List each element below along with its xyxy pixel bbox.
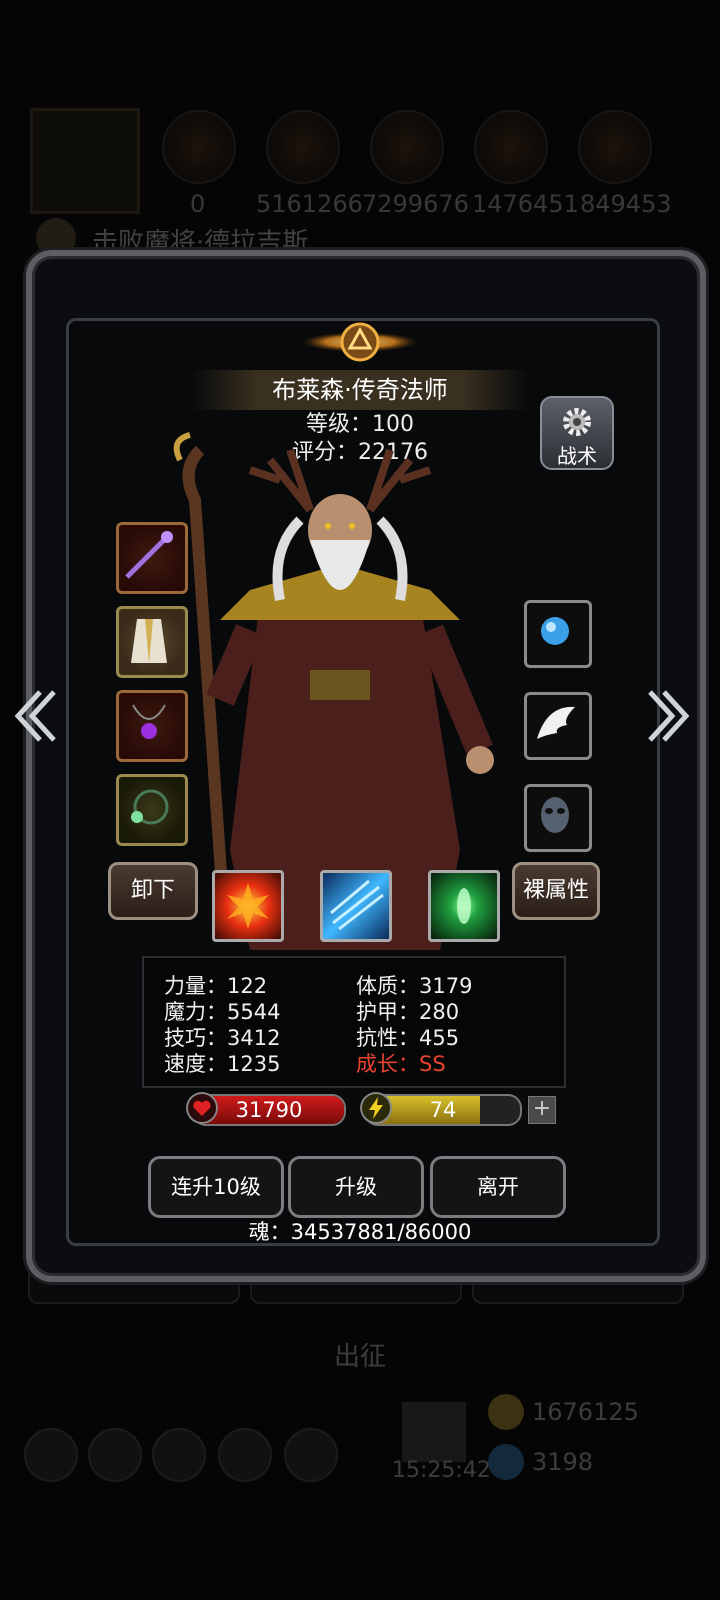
ring-icon bbox=[131, 789, 169, 825]
gem-icon bbox=[488, 1444, 524, 1480]
menu-icon bbox=[88, 1428, 142, 1482]
menu-icon bbox=[24, 1428, 78, 1482]
resource-icon bbox=[578, 110, 652, 184]
fire-burst-icon bbox=[227, 883, 269, 929]
accessory-slot-mask[interactable] bbox=[524, 784, 592, 852]
previous-hero-arrow-icon[interactable] bbox=[10, 684, 58, 748]
gold-coin-icon bbox=[488, 1394, 524, 1430]
resource-count: 1476451 bbox=[472, 190, 579, 218]
gold-count: 1676125 bbox=[532, 1398, 639, 1426]
unload-button[interactable]: 卸下 bbox=[108, 862, 198, 920]
ice-shard-icon bbox=[330, 879, 384, 931]
stat-growth: 成长：SS bbox=[356, 1052, 446, 1076]
staff-icon bbox=[125, 531, 173, 579]
skill-slot[interactable] bbox=[320, 870, 392, 942]
equip-slot-weapon[interactable] bbox=[116, 522, 188, 594]
accessory-slot-wings[interactable] bbox=[524, 692, 592, 760]
amulet-icon bbox=[132, 704, 166, 739]
resource-icon bbox=[370, 110, 444, 184]
nature-crystal-icon bbox=[457, 888, 471, 924]
menu-icon bbox=[152, 1428, 206, 1482]
equip-slot-necklace[interactable] bbox=[116, 690, 188, 762]
hero-name: 布莱森·传奇法师 bbox=[190, 370, 530, 410]
orb-icon bbox=[541, 617, 569, 645]
add-energy-button[interactable]: + bbox=[528, 1096, 556, 1124]
gift-icon bbox=[402, 1402, 466, 1462]
gem-count: 3198 bbox=[532, 1448, 594, 1476]
resource-icon bbox=[266, 110, 340, 184]
level-up-button[interactable]: 升级 bbox=[288, 1156, 424, 1218]
heart-icon bbox=[186, 1092, 218, 1124]
stat-speed: 速度：1235 bbox=[164, 1052, 281, 1076]
resource-count: 0 bbox=[190, 190, 206, 218]
wing-icon bbox=[537, 706, 575, 739]
resource-count: 7299676 bbox=[362, 190, 469, 218]
leave-button[interactable]: 离开 bbox=[430, 1156, 566, 1218]
tactics-button[interactable]: 战术 bbox=[540, 396, 614, 470]
skill-slot[interactable] bbox=[428, 870, 500, 942]
hero-portrait bbox=[30, 108, 140, 214]
mask-icon bbox=[541, 797, 569, 833]
timer: 15:25:42 bbox=[392, 1458, 491, 1483]
next-hero-arrow-icon[interactable] bbox=[646, 684, 694, 748]
gear-icon bbox=[563, 408, 591, 436]
soul-counter: 魂：34537881/86000 bbox=[248, 1220, 472, 1244]
robe-icon bbox=[131, 619, 167, 663]
emblem-icon bbox=[302, 322, 418, 362]
resource-icon bbox=[474, 110, 548, 184]
accessory-slot-orb[interactable] bbox=[524, 600, 592, 668]
equip-slot-armor[interactable] bbox=[116, 606, 188, 678]
resource-count: 5161266 bbox=[256, 190, 363, 218]
march-label: 出征 bbox=[333, 1342, 386, 1372]
bare-attributes-button[interactable]: 裸属性 bbox=[512, 862, 600, 920]
level-up-10-button[interactable]: 连升10级 bbox=[148, 1156, 284, 1218]
menu-icon bbox=[284, 1428, 338, 1482]
tactics-label: 战术 bbox=[557, 444, 597, 468]
resource-icon bbox=[162, 110, 236, 184]
skill-slot[interactable] bbox=[212, 870, 284, 942]
lightning-icon bbox=[360, 1092, 392, 1124]
resource-count: 849453 bbox=[580, 190, 672, 218]
menu-icon bbox=[218, 1428, 272, 1482]
equip-slot-ring[interactable] bbox=[116, 774, 188, 846]
